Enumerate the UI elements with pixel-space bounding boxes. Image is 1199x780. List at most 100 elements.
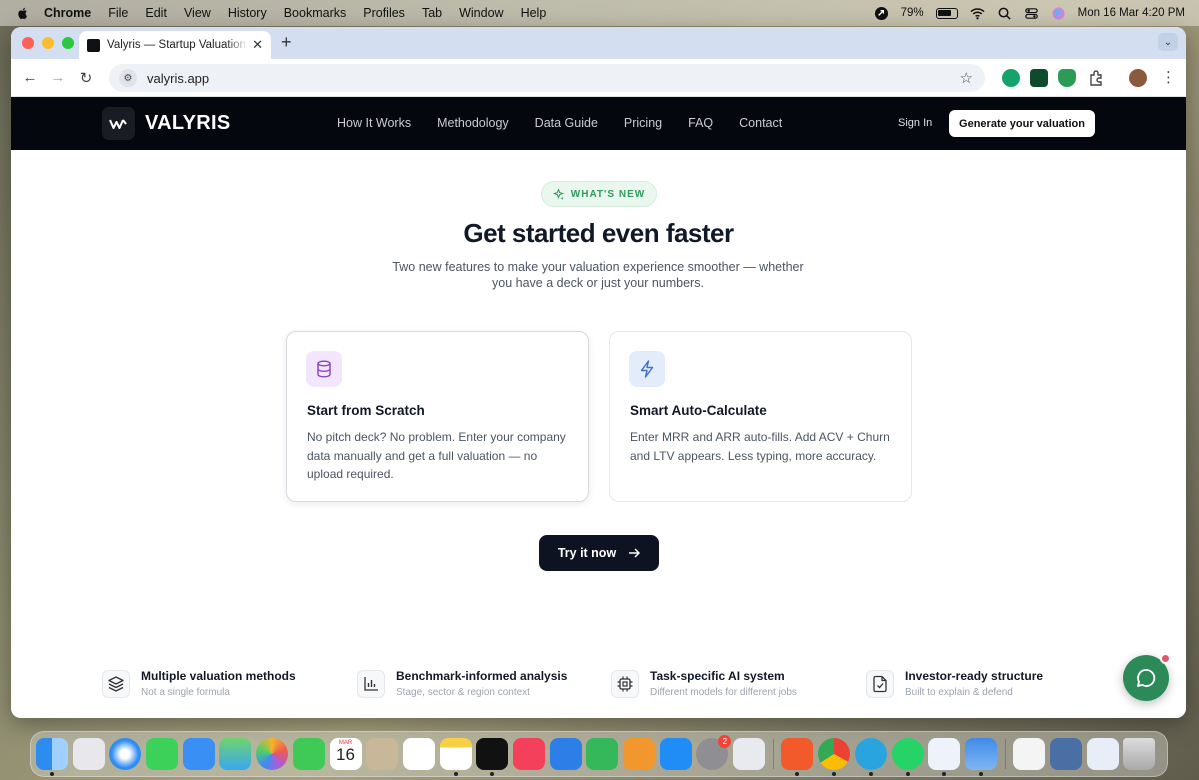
feature-title: Investor-ready structure (905, 669, 1044, 683)
menu-view[interactable]: View (184, 6, 211, 20)
feature-subtitle: Built to explain & defend (905, 687, 1013, 698)
chat-button[interactable] (1123, 653, 1171, 701)
lightning-icon (629, 351, 665, 387)
browser-menu-icon[interactable]: ⋮ (1161, 69, 1176, 87)
menu-window[interactable]: Window (459, 6, 503, 20)
focus-icon[interactable] (874, 6, 889, 21)
brave-icon[interactable] (781, 738, 814, 776)
forward-arrow-icon[interactable]: → (49, 69, 67, 87)
menu-history[interactable]: History (228, 6, 267, 20)
nav-data-guide[interactable]: Data Guide (535, 116, 598, 130)
card-start-from-scratch[interactable]: Start from Scratch No pitch deck? No pro… (286, 331, 589, 502)
trash-icon[interactable] (1123, 738, 1156, 770)
badge-label: WHAT'S NEW (570, 188, 646, 200)
app-store-maps-icon[interactable] (219, 738, 252, 770)
file-check-icon (866, 670, 894, 698)
main-content: WHAT'S NEW Get started even faster Two n… (11, 150, 1186, 718)
app-store-icon[interactable] (659, 738, 692, 770)
close-window-button[interactable] (22, 37, 34, 49)
card-description: Enter MRR and ARR auto-fills. Add ACV + … (630, 430, 890, 463)
url-text[interactable]: valyris.app (147, 71, 209, 86)
notes-icon[interactable] (439, 738, 472, 776)
valyris-logo-icon[interactable] (102, 107, 135, 140)
sign-in-link[interactable]: Sign In (898, 117, 932, 129)
apple-tv-icon[interactable] (476, 738, 509, 776)
close-tab-icon[interactable]: ✕ (252, 37, 263, 53)
profile-avatar[interactable] (1129, 69, 1147, 87)
site-info-icon[interactable]: ⚙ (119, 69, 137, 87)
battery-icon[interactable] (935, 7, 958, 19)
messages-icon[interactable] (146, 738, 179, 770)
menubar-datetime[interactable]: Mon 16 Mar 4:20 PM (1078, 7, 1185, 19)
wifi-icon[interactable] (970, 6, 985, 21)
menu-profiles[interactable]: Profiles (363, 6, 405, 20)
whats-new-badge: WHAT'S NEW (541, 181, 657, 207)
siri-icon[interactable] (1051, 6, 1066, 21)
dock-separator (1004, 739, 1006, 769)
new-tab-icon[interactable]: + (281, 32, 292, 53)
pages-icon[interactable] (623, 738, 655, 770)
feature-benchmark-analysis: Benchmark-informed analysis Stage, secto… (357, 669, 567, 698)
extension-leaf-icon[interactable] (1058, 69, 1076, 87)
back-arrow-icon[interactable]: ← (21, 69, 39, 87)
weather-icon[interactable] (964, 738, 997, 776)
control-center-icon[interactable] (1024, 6, 1039, 21)
reload-icon[interactable]: ↻ (77, 69, 95, 87)
photos-icon[interactable] (256, 738, 289, 770)
mail-icon[interactable] (182, 738, 215, 770)
card-description: No pitch deck? No problem. Enter your co… (307, 430, 566, 481)
grammarly-extension-icon[interactable] (1002, 69, 1020, 87)
extension-green-check-icon[interactable] (1030, 69, 1048, 87)
menu-edit[interactable]: Edit (145, 6, 167, 20)
keynote-icon[interactable] (549, 738, 582, 770)
minimize-window-button[interactable] (42, 37, 54, 49)
calendar-icon[interactable]: MAR 16 (329, 738, 362, 770)
finder-icon[interactable] (36, 738, 68, 776)
tab-search-chevron-icon[interactable]: ⌄ (1158, 33, 1178, 51)
menu-tab[interactable]: Tab (422, 6, 442, 20)
page-title: Get started even faster (463, 218, 734, 248)
window-stack-icon[interactable] (1086, 738, 1119, 770)
address-bar[interactable]: ⚙ valyris.app ☆ (109, 64, 985, 92)
music-icon[interactable] (512, 738, 545, 770)
menu-app-name[interactable]: Chrome (44, 6, 91, 20)
card-title: Smart Auto-Calculate (630, 403, 767, 418)
nav-faq[interactable]: FAQ (688, 116, 713, 130)
menu-file[interactable]: File (108, 6, 128, 20)
layers-icon (102, 670, 130, 698)
ollama-icon[interactable] (928, 738, 961, 776)
numbers-icon[interactable] (586, 738, 619, 770)
launchpad-icon[interactable] (72, 738, 105, 770)
settings-badge: 2 (718, 735, 732, 748)
search-icon[interactable] (997, 6, 1012, 21)
zoom-window-button[interactable] (62, 37, 74, 49)
nav-contact[interactable]: Contact (739, 116, 782, 130)
whatsapp-icon[interactable] (891, 738, 924, 776)
menu-bookmarks[interactable]: Bookmarks (284, 6, 347, 20)
generate-valuation-button[interactable]: Generate your valuation (949, 110, 1095, 137)
reminders-icon[interactable] (402, 738, 435, 770)
document-stack-icon[interactable] (1013, 738, 1046, 770)
nav-how-it-works[interactable]: How It Works (337, 116, 411, 130)
screenshot-stack-icon[interactable] (1049, 738, 1082, 770)
safari-icon[interactable] (109, 738, 142, 770)
apple-icon[interactable] (16, 6, 30, 20)
site-nav-links: How It Works Methodology Data Guide Pric… (337, 116, 782, 130)
dock-separator (772, 739, 774, 769)
extensions-puzzle-icon[interactable] (1087, 69, 1105, 87)
try-it-now-button[interactable]: Try it now (539, 535, 659, 571)
bookmark-star-icon[interactable]: ☆ (960, 69, 973, 87)
nav-methodology[interactable]: Methodology (437, 116, 509, 130)
browser-tab[interactable]: Valyris — Startup Valuation & ... ✕ (79, 31, 271, 59)
chrome-icon[interactable] (818, 738, 851, 776)
site-logo-text[interactable]: VALYRIS (145, 112, 230, 135)
telegram-icon[interactable] (854, 738, 887, 776)
contacts-icon[interactable] (366, 738, 399, 770)
card-smart-auto-calculate[interactable]: Smart Auto-Calculate Enter MRR and ARR a… (609, 331, 912, 502)
facetime-icon[interactable] (292, 738, 325, 770)
nav-pricing[interactable]: Pricing (624, 116, 662, 130)
iphone-mirroring-icon[interactable] (733, 738, 766, 770)
system-settings-icon[interactable]: 2 (696, 735, 732, 770)
site-header: VALYRIS How It Works Methodology Data Gu… (11, 97, 1186, 150)
menu-help[interactable]: Help (521, 6, 547, 20)
